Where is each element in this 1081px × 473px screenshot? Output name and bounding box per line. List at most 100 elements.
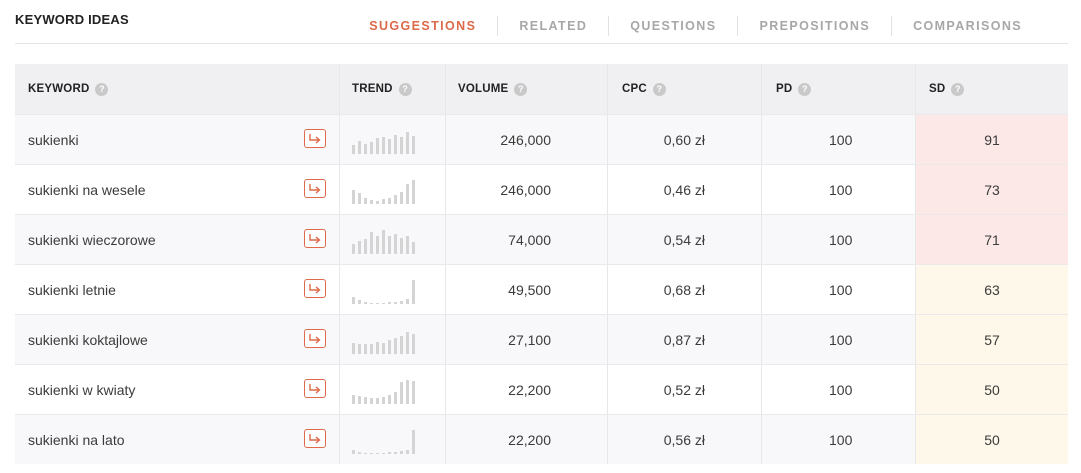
trend-bar (394, 134, 397, 154)
cpc-value: 0,60 zł (663, 131, 705, 148)
volume-cell: 22,200 (446, 415, 608, 464)
trend-bar (370, 302, 373, 304)
volume-value: 49,500 (508, 281, 551, 298)
trend-bar (400, 136, 403, 154)
question-circle-icon[interactable]: ? (95, 82, 109, 96)
arrow-right-boxed-icon[interactable] (304, 229, 326, 248)
question-circle-icon[interactable]: ? (514, 82, 528, 96)
keyword-cell: sukienki w kwiaty (15, 365, 340, 414)
trend-bar (388, 235, 391, 254)
trend-bar (364, 452, 367, 454)
trend-bar (388, 394, 391, 404)
table-row[interactable]: sukienki letnie 49,500 0,68 zł 100 63 (15, 264, 1068, 314)
keyword-text[interactable]: sukienki letnie (28, 282, 116, 298)
trend-bar (376, 302, 379, 304)
arrow-right-boxed-icon[interactable] (304, 329, 326, 348)
table-row[interactable]: sukienki 246,000 0,60 zł 100 91 (15, 114, 1068, 164)
cpc-cell: 0,87 zł (608, 315, 762, 364)
cpc-value: 0,52 zł (663, 381, 705, 398)
keyword-cell: sukienki wieczorowe (15, 215, 340, 264)
volume-cell: 22,200 (446, 365, 608, 414)
trend-bar (376, 137, 379, 154)
section-title: KEYWORD IDEAS (15, 12, 129, 27)
column-sd[interactable]: SD? (916, 64, 1068, 114)
keyword-text[interactable]: sukienki na wesele (28, 182, 146, 198)
tab-questions[interactable]: QUESTIONS (608, 16, 737, 36)
trend-bar (388, 197, 391, 204)
keyword-text[interactable]: sukienki w kwiaty (28, 382, 135, 398)
question-circle-icon[interactable]: ? (951, 82, 965, 96)
trend-bar (406, 449, 409, 454)
question-circle-icon[interactable]: ? (652, 82, 666, 96)
trend-bar (406, 183, 409, 204)
sd-value: 91 (984, 131, 1000, 148)
pd-value: 100 (829, 181, 853, 198)
column-cpc[interactable]: CPC? (608, 64, 762, 114)
trend-cell (340, 365, 446, 414)
trend-bar (406, 235, 409, 254)
arrow-right-boxed-icon[interactable] (304, 279, 326, 298)
trend-bar (358, 240, 361, 254)
trend-bar (352, 394, 355, 404)
tab-comparisons[interactable]: COMPARISONS (891, 16, 1043, 36)
trend-sparkline (352, 130, 415, 154)
table-row[interactable]: sukienki na lato 22,200 0,56 zł 100 50 (15, 414, 1068, 464)
pd-cell: 100 (762, 415, 916, 464)
column-trend[interactable]: TREND? (340, 64, 446, 114)
keyword-text[interactable]: sukienki na lato (28, 432, 125, 448)
cpc-value: 0,56 zł (663, 431, 705, 448)
cpc-cell: 0,46 zł (608, 165, 762, 214)
arrow-right-boxed-icon[interactable] (304, 429, 326, 448)
question-circle-icon[interactable]: ? (398, 82, 412, 96)
table-row[interactable]: sukienki wieczorowe 74,000 0,54 zł 100 71 (15, 214, 1068, 264)
trend-bar (388, 339, 391, 354)
trend-bar (358, 343, 361, 354)
trend-bar (388, 138, 391, 154)
column-pd-label: PD (776, 83, 793, 95)
sd-cell: 73 (916, 165, 1068, 214)
trend-bar (406, 298, 409, 304)
trend-bar (400, 450, 403, 454)
arrow-right-boxed-icon[interactable] (304, 379, 326, 398)
trend-bar (364, 396, 367, 404)
trend-bar (382, 342, 385, 354)
trend-bar (352, 144, 355, 154)
trend-cell (340, 215, 446, 264)
column-keyword[interactable]: KEYWORD? (15, 64, 340, 114)
trend-bar (382, 229, 385, 254)
pd-value: 100 (829, 431, 853, 448)
volume-value: 22,200 (508, 431, 551, 448)
keyword-text[interactable]: sukienki wieczorowe (28, 232, 156, 248)
tab-related[interactable]: RELATED (497, 16, 608, 36)
trend-bar (376, 397, 379, 404)
column-keyword-label: KEYWORD (28, 83, 90, 95)
trend-bar (400, 381, 403, 404)
trend-bar (412, 380, 415, 404)
trend-bar (376, 200, 379, 204)
table-row[interactable]: sukienki na wesele 246,000 0,46 zł 100 73 (15, 164, 1068, 214)
tab-prepositions[interactable]: PREPOSITIONS (737, 16, 891, 36)
keyword-text[interactable]: sukienki (28, 132, 79, 148)
trend-bar (412, 179, 415, 204)
question-circle-icon[interactable]: ? (798, 82, 812, 96)
column-pd[interactable]: PD? (762, 64, 916, 114)
trend-bar (394, 451, 397, 454)
trend-bar (358, 451, 361, 454)
trend-bar (388, 451, 391, 454)
sd-value: 57 (984, 331, 1000, 348)
keyword-text[interactable]: sukienki koktajlowe (28, 332, 148, 348)
volume-value: 27,100 (508, 331, 551, 348)
cpc-cell: 0,60 zł (608, 115, 762, 164)
column-volume[interactable]: VOLUME? (446, 64, 608, 114)
trend-bar (376, 235, 379, 254)
arrow-right-boxed-icon[interactable] (304, 129, 326, 148)
table-row[interactable]: sukienki w kwiaty 22,200 0,52 zł 100 50 (15, 364, 1068, 414)
table-row[interactable]: sukienki koktajlowe 27,100 0,87 zł 100 57 (15, 314, 1068, 364)
sd-cell: 57 (916, 315, 1068, 364)
volume-value: 246,000 (500, 131, 551, 148)
tab-suggestions[interactable]: SUGGESTIONS (348, 16, 497, 36)
trend-sparkline (352, 429, 415, 454)
trend-bar (382, 302, 385, 304)
arrow-right-boxed-icon[interactable] (304, 179, 326, 198)
trend-bar (400, 191, 403, 204)
